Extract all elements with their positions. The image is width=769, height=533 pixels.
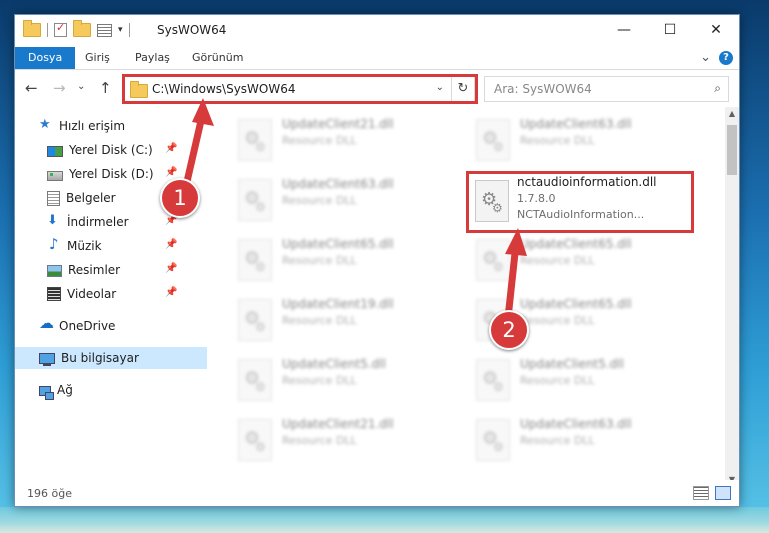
arrowhead-icon [505, 228, 527, 256]
step-callout-2: 2 [489, 310, 529, 350]
arrow-to-dll-file [504, 240, 520, 322]
arrowhead-icon [192, 98, 214, 126]
annotation-arrows [182, 98, 527, 322]
step-callout-1: 1 [160, 178, 200, 218]
